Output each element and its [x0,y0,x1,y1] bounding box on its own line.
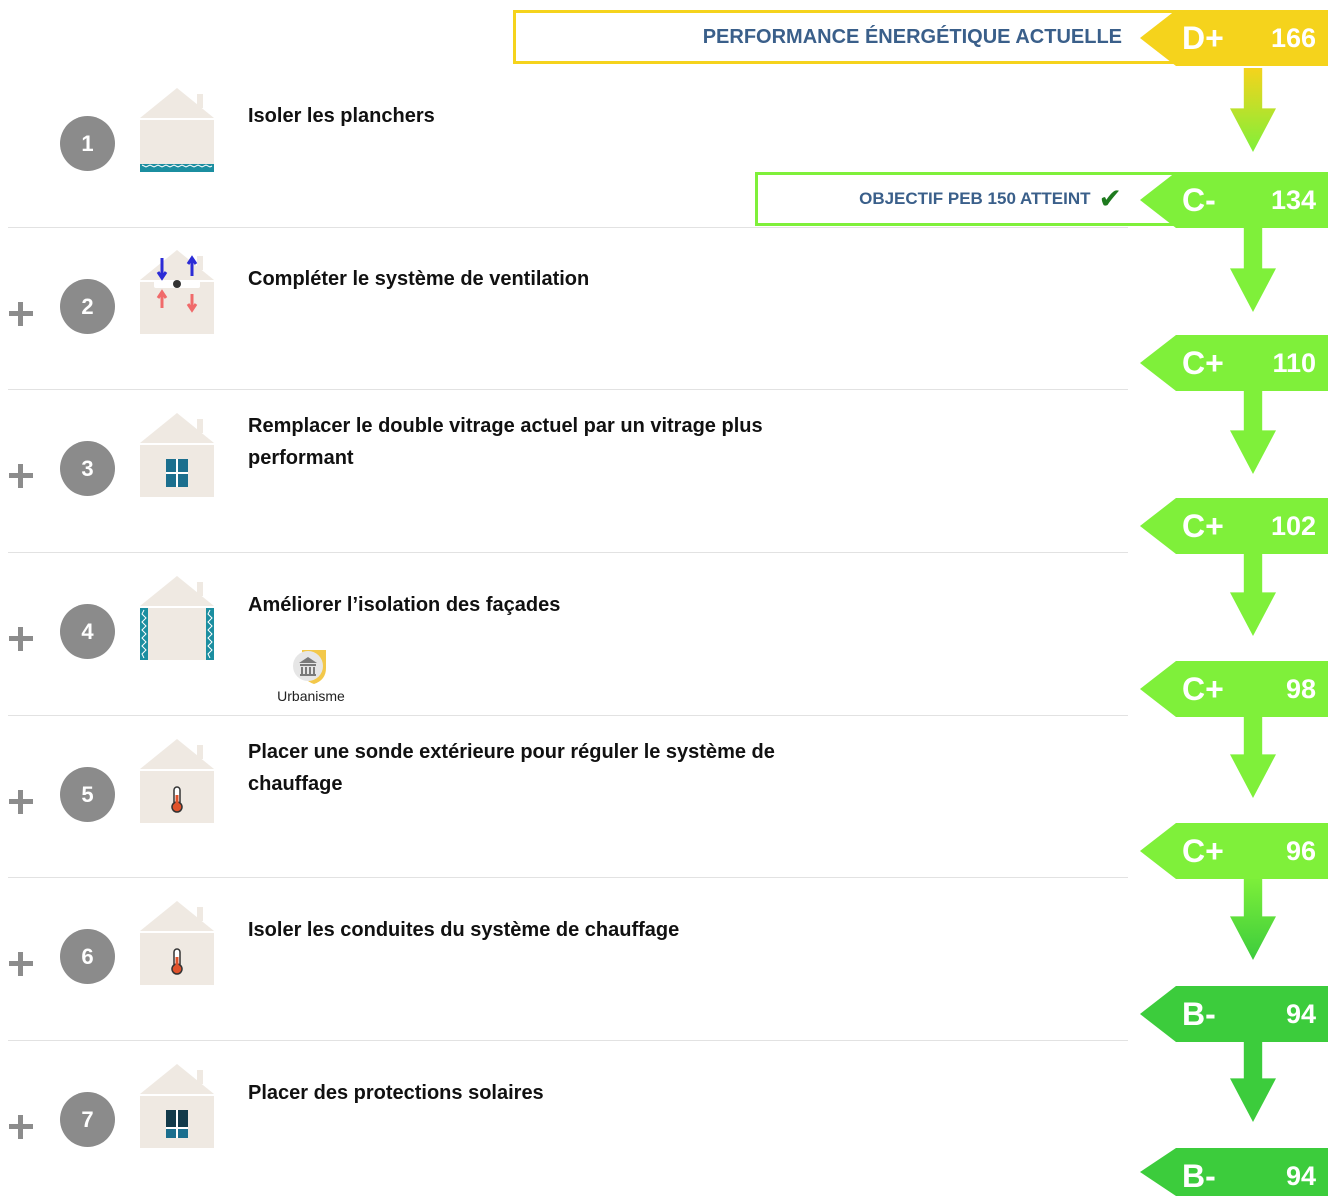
energy-class: C+ [1182,833,1224,869]
divider [8,227,1128,228]
down-arrow-icon [1230,552,1276,636]
goal-reached-box: OBJECTIF PEB 150 ATTEINT ✔ [755,172,1195,226]
plus-icon [9,1115,33,1139]
result-energy-label-7: B- 94 [1140,1148,1328,1196]
energy-class: D+ [1182,20,1224,56]
step-number-badge: 4 [60,604,115,659]
result-energy-label-1: C- 134 [1140,172,1328,228]
house-facade-insulation-icon [140,576,214,660]
energy-value: 134 [1270,185,1316,215]
energy-value: 94 [1285,999,1316,1029]
step-title: Améliorer l’isolation des façades [248,594,561,616]
energy-class: C+ [1182,671,1224,707]
house-ventilation-icon [140,250,214,334]
checkmark-icon: ✔ [1098,183,1122,214]
result-energy-label-5: C+ 96 [1140,823,1328,879]
down-arrow-icon [1230,1038,1276,1122]
energy-class: C+ [1182,508,1224,544]
step-title: Isoler les conduites du système de chauf… [248,919,680,941]
step-number-badge: 7 [60,1092,115,1147]
energy-class: C- [1182,182,1216,218]
step-number-badge: 3 [60,441,115,496]
step-title: Isoler les planchers [248,105,435,127]
house-thermometer-icon [140,739,214,823]
step-number-badge: 6 [60,929,115,984]
divider [8,877,1128,878]
divider [8,715,1128,716]
energy-value: 96 [1285,836,1316,866]
step-title: Compléter le système de ventilation [248,268,590,290]
urbanisme-label: Urbanisme [277,688,345,704]
current-energy-label: D+ 166 [1140,10,1328,66]
current-performance-box: PERFORMANCE ÉNERGÉTIQUE ACTUELLE [513,10,1195,64]
plus-icon [9,464,33,488]
divider [8,1040,1128,1041]
plus-icon [9,790,33,814]
step-number-badge: 1 [60,116,115,171]
result-energy-label-2: C+ 110 [1140,335,1328,391]
plus-icon [9,952,33,976]
goal-reached-label: OBJECTIF PEB 150 ATTEINT [859,189,1091,208]
divider [8,389,1128,390]
result-energy-label-4: C+ 98 [1140,661,1328,717]
energy-class: B- [1182,996,1216,1032]
town-hall-icon [293,650,326,684]
divider [8,552,1128,553]
current-performance-label: PERFORMANCE ÉNERGÉTIQUE ACTUELLE [702,25,1122,48]
step-title: Placer des protections solaires [248,1082,544,1104]
energy-class: C+ [1182,345,1224,381]
result-energy-label-3: C+ 102 [1140,498,1328,554]
plus-icon [9,627,33,651]
house-thermometer-icon [140,901,214,985]
energy-class: B- [1182,1158,1216,1194]
house-floor-insulation-icon [140,88,214,172]
energy-value: 102 [1270,511,1316,541]
down-arrow-icon [1230,390,1276,474]
energy-value: 166 [1270,23,1316,53]
down-arrow-icon [1230,228,1276,312]
down-arrow-icon [1230,876,1276,960]
house-sun-protection-icon [140,1064,214,1148]
result-energy-label-6: B- 94 [1140,986,1328,1042]
down-arrow-icon [1230,68,1276,152]
urbanisme-badge: Urbanisme [272,646,350,704]
step-title: Placer une sonde extérieure pour réguler… [248,741,775,795]
plus-icon [9,302,33,326]
step-title: Remplacer le double vitrage actuel par u… [248,415,763,469]
step-number-badge: 2 [60,279,115,334]
down-arrow-icon [1230,714,1276,798]
house-window-icon [140,413,214,497]
energy-value: 110 [1272,348,1316,378]
step-number-badge: 5 [60,767,115,822]
energy-value: 94 [1285,1161,1316,1191]
energy-value: 98 [1285,674,1316,704]
